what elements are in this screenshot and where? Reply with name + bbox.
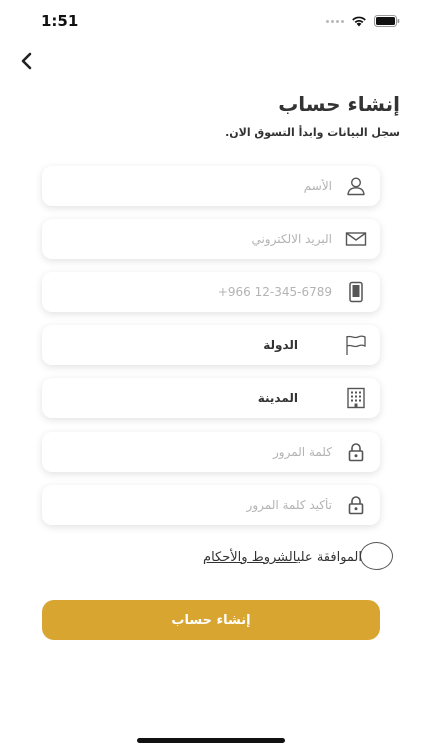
- country-value: الدولة: [263, 338, 298, 352]
- terms-agreement: الموافقة عليالشروط والأحكام: [142, 540, 400, 576]
- phone-field[interactable]: [42, 272, 380, 312]
- terms-text: الموافقة عليالشروط والأحكام: [203, 550, 362, 565]
- lock-icon: [344, 493, 368, 517]
- status-bar: 1:51: [0, 0, 422, 44]
- phone-icon: [344, 280, 368, 304]
- user-icon: [344, 174, 368, 198]
- chevron-left-icon: [20, 52, 34, 74]
- create-account-button[interactable]: إنشاء حساب: [42, 600, 380, 640]
- confirm-password-input[interactable]: [82, 498, 332, 512]
- name-input[interactable]: [82, 179, 332, 193]
- city-value: المدينة: [257, 391, 298, 405]
- password-input[interactable]: [82, 445, 332, 459]
- page-title: إنشاء حساب: [278, 92, 400, 116]
- phone-input[interactable]: [82, 285, 332, 299]
- back-button[interactable]: [14, 50, 40, 76]
- terms-link[interactable]: الشروط والأحكام: [203, 550, 297, 565]
- home-indicator: [137, 738, 285, 743]
- city-select[interactable]: المدينة: [42, 378, 380, 418]
- confirm-password-field[interactable]: [42, 485, 380, 525]
- password-field[interactable]: [42, 432, 380, 472]
- name-field[interactable]: [42, 166, 380, 206]
- battery-icon: [374, 15, 400, 27]
- email-field[interactable]: [42, 219, 380, 259]
- building-icon: [344, 386, 368, 410]
- lock-icon: [344, 440, 368, 464]
- page-subtitle: سجل البيانات وابدأ التسوق الان.: [225, 126, 400, 139]
- status-time: 1:51: [41, 12, 79, 30]
- country-select[interactable]: الدولة: [42, 325, 380, 365]
- status-icons: [326, 13, 400, 29]
- flag-icon: [344, 333, 368, 357]
- wifi-icon: [351, 15, 367, 27]
- mail-icon: [344, 227, 368, 251]
- terms-radio[interactable]: [360, 542, 393, 570]
- cellular-signal-icon: [326, 19, 344, 23]
- email-input[interactable]: [82, 232, 332, 246]
- terms-prefix: الموافقة علي: [296, 550, 362, 565]
